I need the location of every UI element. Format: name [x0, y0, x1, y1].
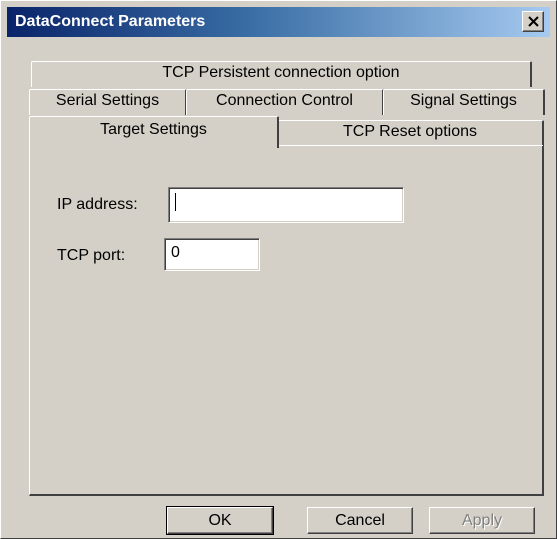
tcp-port-field[interactable]: 0 — [164, 238, 260, 271]
ip-address-field[interactable] — [168, 187, 404, 223]
ip-address-label: IP address: — [57, 196, 138, 213]
close-x-icon — [528, 16, 539, 27]
title-bar[interactable]: DataConnect Parameters — [7, 7, 550, 37]
tab-connection-control[interactable]: Connection Control — [186, 89, 384, 115]
tab-label: Target Settings — [100, 121, 207, 138]
tab-tcp-persistent[interactable]: TCP Persistent connection option — [31, 61, 532, 87]
tab-tcp-reset-options[interactable]: TCP Reset options — [277, 120, 544, 146]
window-title: DataConnect Parameters — [15, 13, 206, 30]
cancel-button[interactable]: Cancel — [307, 507, 413, 534]
tab-label: TCP Persistent connection option — [162, 64, 400, 81]
tab-signal-settings[interactable]: Signal Settings — [383, 89, 545, 115]
tab-label: TCP Reset options — [343, 123, 477, 140]
tab-label: Serial Settings — [55, 92, 160, 109]
close-button[interactable] — [522, 11, 544, 32]
tcp-port-label: TCP port: — [57, 247, 126, 264]
text-cursor — [175, 193, 176, 211]
tab-target-settings[interactable]: Target Settings — [29, 116, 279, 148]
apply-button[interactable]: Apply — [429, 507, 535, 534]
tab-label: Signal Settings — [410, 92, 517, 109]
panel-top-edge — [277, 145, 543, 146]
ok-button[interactable]: OK — [166, 506, 274, 535]
tab-label: Connection Control — [216, 92, 353, 109]
dialog-window: DataConnect Parameters TCP Persistent co… — [0, 0, 557, 539]
tcp-port-value: 0 — [171, 244, 180, 261]
tab-serial-settings[interactable]: Serial Settings — [29, 89, 187, 115]
